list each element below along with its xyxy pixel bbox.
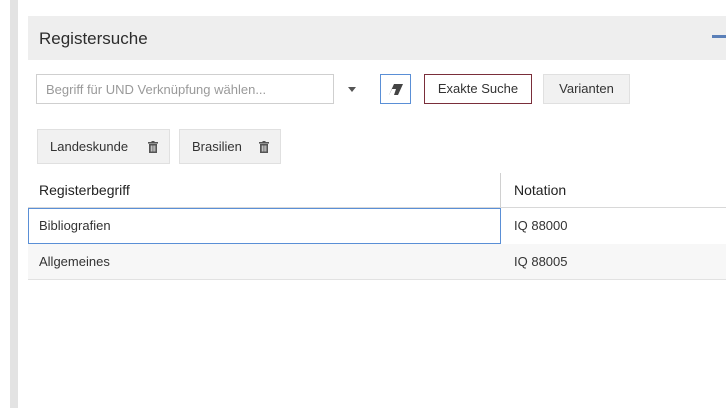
minus-icon[interactable] <box>712 35 726 38</box>
caret-down-icon[interactable] <box>348 87 356 92</box>
column-divider[interactable] <box>500 173 501 207</box>
column-header-notation[interactable]: Notation <box>514 173 714 207</box>
clear-button[interactable] <box>380 74 411 104</box>
eraser-icon <box>389 84 403 95</box>
left-rail <box>10 0 18 408</box>
filter-chip-landeskunde[interactable]: Landeskunde <box>37 129 170 164</box>
search-input[interactable] <box>37 75 333 103</box>
trash-icon[interactable] <box>259 141 269 153</box>
search-combobox[interactable] <box>36 74 334 104</box>
register-search-panel: Registersuche Exakte Suche Varianten Lan… <box>28 16 726 408</box>
table-row[interactable]: Allgemeines IQ 88005 <box>28 244 726 280</box>
trash-icon[interactable] <box>148 141 158 153</box>
cell-term[interactable]: Bibliografien <box>28 208 501 244</box>
cell-notation[interactable]: IQ 88000 <box>514 208 568 244</box>
exact-search-button[interactable]: Exakte Suche <box>424 74 532 104</box>
chip-label: Landeskunde <box>50 139 129 154</box>
column-header-term[interactable]: Registerbegriff <box>39 173 499 207</box>
cell-term[interactable]: Allgemeines <box>28 244 501 280</box>
panel-header: Registersuche <box>28 16 726 60</box>
chip-label: Brasilien <box>192 139 242 154</box>
variants-button[interactable]: Varianten <box>543 74 630 104</box>
panel-title: Registersuche <box>39 29 148 48</box>
filter-chip-brasilien[interactable]: Brasilien <box>179 129 281 164</box>
table-row[interactable]: Bibliografien IQ 88000 <box>28 208 726 244</box>
cell-notation[interactable]: IQ 88005 <box>514 244 568 280</box>
